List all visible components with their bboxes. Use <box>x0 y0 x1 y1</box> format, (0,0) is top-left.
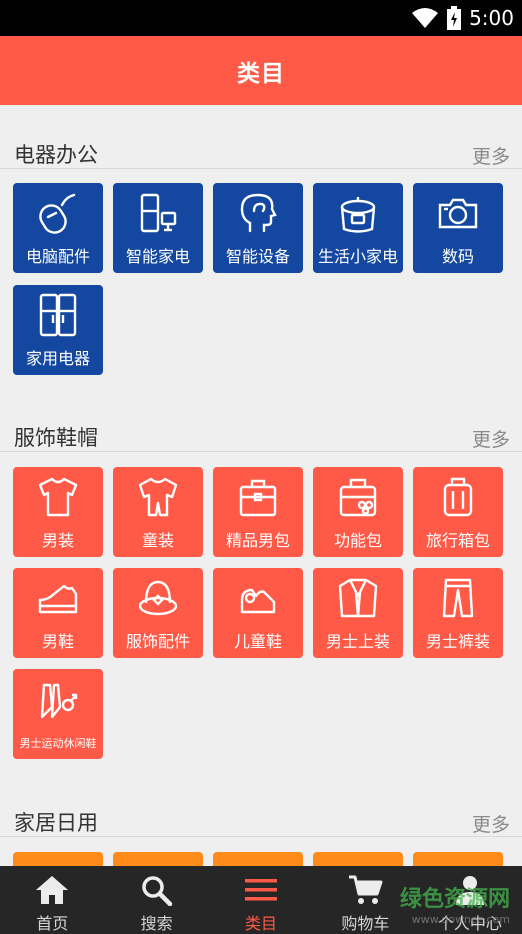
kids-shoe-icon <box>240 588 276 614</box>
category-kids-shoes[interactable]: 儿童鞋 <box>213 568 303 658</box>
category-smart-devices[interactable]: 智能设备 <box>213 183 303 273</box>
category-label: 智能设备 <box>225 247 290 266</box>
more-link[interactable]: 更多 <box>472 142 510 169</box>
category-label: 男装 <box>41 531 74 550</box>
section-header-home: 家居日用 更多 <box>0 805 522 837</box>
category-computer-accessories[interactable]: 电脑配件 <box>13 183 103 273</box>
tab-profile[interactable]: 个人中心 <box>418 866 522 934</box>
category-label: 功能包 <box>333 531 382 550</box>
category-mens-trousers[interactable]: 男士裤装 <box>413 568 503 658</box>
more-link[interactable]: 更多 <box>472 810 510 837</box>
category-mens-sport-shoes[interactable]: 男士运动休闲鞋 <box>13 669 103 759</box>
category-label: 精品男包 <box>225 531 290 550</box>
home-icon <box>36 876 69 904</box>
category-tile-partial[interactable] <box>13 852 103 866</box>
category-label: 生活小家电 <box>317 247 398 266</box>
tab-label: 首页 <box>36 914 69 933</box>
app-header: 类目 <box>0 36 522 105</box>
suit-icon <box>338 578 378 618</box>
sport-shoe-icon <box>40 683 78 719</box>
function-bag-icon <box>339 478 377 517</box>
category-label: 电脑配件 <box>25 247 90 266</box>
category-label: 旅行箱包 <box>425 531 490 550</box>
category-mens-bags[interactable]: 精品男包 <box>213 467 303 557</box>
section-title: 服饰鞋帽 <box>14 426 98 450</box>
mouse-icon <box>39 193 76 234</box>
category-label: 智能家电 <box>125 247 190 266</box>
tab-home[interactable]: 首页 <box>0 866 104 934</box>
category-tile-partial[interactable] <box>113 852 203 866</box>
tab-label: 个人中心 <box>437 914 502 933</box>
status-bar: 5:00 <box>0 0 522 36</box>
tab-label: 搜索 <box>140 914 173 933</box>
category-smart-appliances[interactable]: 智能家电 <box>113 183 203 273</box>
section-title: 电器办公 <box>14 143 98 167</box>
category-label: 男士上装 <box>325 632 390 651</box>
kids-clothes-icon <box>138 477 178 517</box>
category-mens-tops[interactable]: 男士上装 <box>313 568 403 658</box>
section-header-electronics: 电器办公 更多 <box>0 137 522 169</box>
category-list[interactable]: 电器办公 更多 电脑配件 智能家电 智能设备 生活小家电 数码 家用电器 服饰鞋… <box>0 105 522 866</box>
tab-label: 类目 <box>245 914 278 933</box>
mens-shoe-icon <box>38 584 78 614</box>
category-tile-partial[interactable] <box>213 852 303 866</box>
category-accessories[interactable]: 服饰配件 <box>113 568 203 658</box>
category-digital[interactable]: 数码 <box>413 183 503 273</box>
tab-cart[interactable]: 购物车 <box>313 866 417 934</box>
menu-icon <box>245 879 278 901</box>
more-link[interactable]: 更多 <box>472 425 510 452</box>
category-label: 男士运动休闲鞋 <box>19 737 97 750</box>
category-kidswear[interactable]: 童装 <box>113 467 203 557</box>
bottom-tab-bar: 首页 搜索 类目 购物车 个人中心 绿色资源网 www.downcc.com <box>0 866 522 934</box>
category-label: 家用电器 <box>25 349 90 368</box>
category-tile-partial[interactable] <box>413 852 503 866</box>
category-label: 服饰配件 <box>125 632 190 651</box>
camera-icon <box>438 198 478 229</box>
category-label: 男鞋 <box>41 632 74 651</box>
tab-search[interactable]: 搜索 <box>104 866 208 934</box>
category-label: 男士裤装 <box>425 632 490 651</box>
category-home-appliances[interactable]: 家用电器 <box>13 285 103 375</box>
battery-icon <box>447 6 462 30</box>
tshirt-icon <box>38 477 78 517</box>
rice-cooker-icon <box>340 197 376 233</box>
category-mens-shoes[interactable]: 男鞋 <box>13 568 103 658</box>
briefcase-icon <box>239 479 277 517</box>
section-title: 家居日用 <box>14 811 98 835</box>
smart-appliance-icon <box>140 193 177 233</box>
luggage-icon <box>443 477 473 517</box>
page-title: 类目 <box>237 60 285 87</box>
category-small-appliances[interactable]: 生活小家电 <box>313 183 403 273</box>
tab-category[interactable]: 类目 <box>209 866 313 934</box>
search-icon <box>141 876 172 906</box>
tab-label: 购物车 <box>341 914 390 933</box>
hat-icon <box>138 580 178 616</box>
section-header-apparel: 服饰鞋帽 更多 <box>0 420 522 452</box>
wifi-icon <box>412 8 439 28</box>
category-function-bags[interactable]: 功能包 <box>313 467 403 557</box>
person-icon <box>455 876 484 905</box>
cart-icon <box>349 875 383 904</box>
category-label: 数码 <box>441 247 474 266</box>
category-label: 童装 <box>141 531 174 550</box>
status-time: 5:00 <box>469 6 514 30</box>
category-label: 儿童鞋 <box>233 632 282 651</box>
smart-head-icon <box>240 193 277 233</box>
trousers-icon <box>442 578 474 618</box>
category-menswear[interactable]: 男装 <box>13 467 103 557</box>
category-tile-partial[interactable] <box>313 852 403 866</box>
category-luggage[interactable]: 旅行箱包 <box>413 467 503 557</box>
fridge-icon <box>39 293 77 337</box>
